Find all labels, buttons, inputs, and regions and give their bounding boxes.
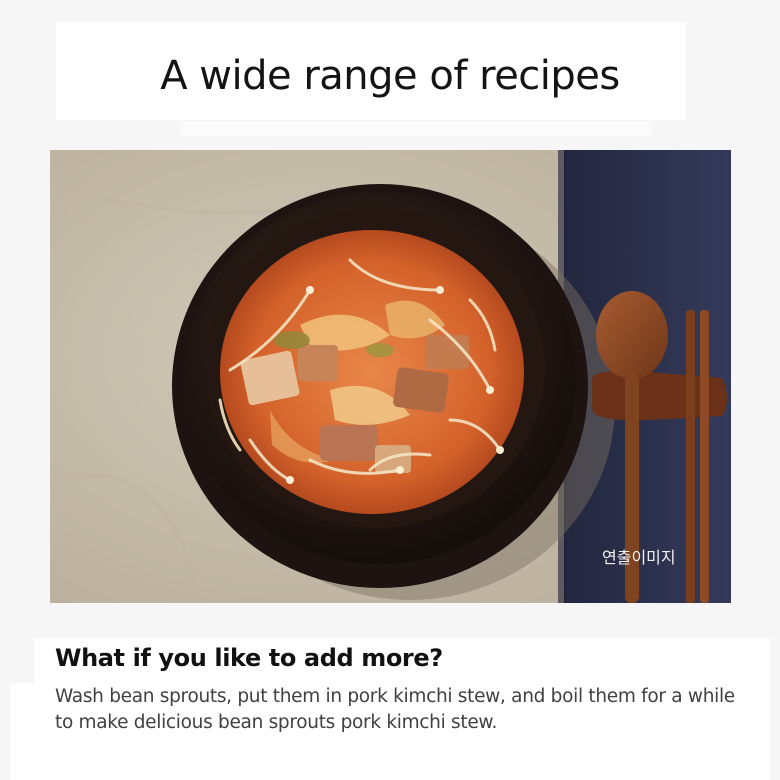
- title-underbar: [180, 122, 652, 136]
- section-heading: What if you like to add more?: [55, 644, 443, 672]
- caption-background-left: [10, 683, 50, 780]
- section-body-text: Wash bean sprouts, put them in pork kimc…: [55, 686, 735, 733]
- kimchi-stew: [218, 230, 524, 514]
- page-title: A wide range of recipes: [160, 53, 620, 99]
- photo-watermark: 연출이미지: [602, 548, 676, 567]
- stew-photo: 연출이미지: [50, 150, 731, 603]
